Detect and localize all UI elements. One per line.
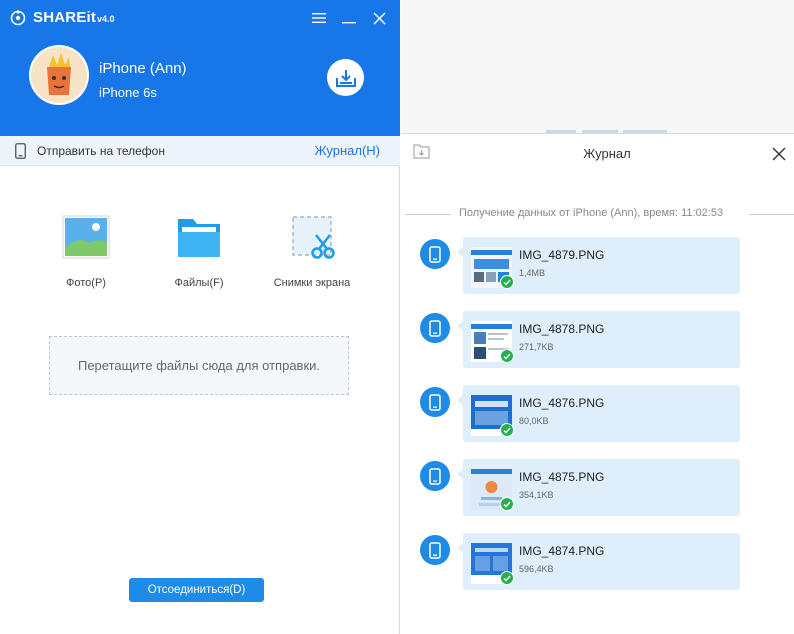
file-name: IMG_4879.PNG bbox=[519, 248, 605, 262]
file-size: 1,4MB bbox=[519, 268, 546, 278]
sender-phone-avatar bbox=[420, 239, 450, 269]
device-avatar bbox=[29, 45, 89, 105]
close-button[interactable] bbox=[370, 9, 388, 27]
success-check-icon bbox=[500, 497, 514, 511]
received-files-button[interactable] bbox=[327, 59, 364, 96]
transfer-item: IMG_4874.PNG 596,4KB bbox=[420, 533, 750, 591]
category-photo[interactable]: Фото(P) bbox=[31, 213, 141, 289]
phone-icon bbox=[429, 541, 441, 559]
transfer-item: IMG_4875.PNG 354,1KB bbox=[420, 459, 750, 517]
folder-icon bbox=[178, 219, 220, 257]
category-screenshots[interactable]: Снимки экрана bbox=[257, 213, 367, 289]
phone-icon bbox=[429, 393, 441, 411]
device-model: iPhone 6s bbox=[99, 85, 157, 100]
file-card[interactable]: IMG_4874.PNG 596,4KB bbox=[457, 533, 740, 590]
send-to-phone-label[interactable]: Отправить на телефон bbox=[37, 144, 165, 158]
success-check-icon bbox=[500, 349, 514, 363]
file-size: 596,4KB bbox=[519, 564, 554, 574]
sender-phone-avatar bbox=[420, 387, 450, 417]
category-screenshots-label: Снимки экрана bbox=[273, 277, 351, 289]
file-size: 271,7KB bbox=[519, 342, 554, 352]
success-check-icon bbox=[500, 423, 514, 437]
session-text: Получение данных от iPhone (Ann), время:… bbox=[459, 207, 724, 219]
sender-phone-avatar bbox=[420, 461, 450, 491]
hamburger-icon bbox=[312, 13, 326, 23]
phone-icon bbox=[429, 467, 441, 485]
transfer-item: IMG_4878.PNG 271,7KB bbox=[420, 311, 750, 369]
shareit-logo-icon bbox=[10, 10, 26, 26]
disconnect-button[interactable]: Отсоединиться(D) bbox=[129, 578, 264, 602]
category-photo-label: Фото(P) bbox=[66, 277, 106, 289]
main-panel: SHAREit v4.0 iPhone (Ann) iPhone 6s Отпр… bbox=[0, 0, 400, 634]
file-name: IMG_4875.PNG bbox=[519, 470, 605, 484]
sender-phone-avatar bbox=[420, 313, 450, 343]
phone-icon bbox=[15, 143, 26, 159]
download-tray-icon bbox=[335, 69, 356, 87]
journal-divider bbox=[401, 133, 794, 134]
transfer-item: IMG_4876.PNG 80,0KB bbox=[420, 385, 750, 443]
app-title: SHAREit bbox=[33, 9, 97, 26]
minimize-icon bbox=[342, 22, 356, 24]
close-icon bbox=[372, 11, 386, 25]
journal-title: Журнал bbox=[583, 146, 631, 161]
file-size: 354,1KB bbox=[519, 490, 554, 500]
transfer-item: IMG_4879.PNG 1,4MB bbox=[420, 237, 750, 295]
journal-backdrop bbox=[401, 0, 794, 133]
menu-button[interactable] bbox=[310, 9, 328, 27]
file-card[interactable]: IMG_4878.PNG 271,7KB bbox=[457, 311, 740, 368]
session-line-right bbox=[749, 214, 794, 215]
success-check-icon bbox=[500, 571, 514, 585]
journal-link[interactable]: Журнал(H) bbox=[315, 143, 380, 158]
file-name: IMG_4878.PNG bbox=[519, 322, 605, 336]
sender-phone-avatar bbox=[420, 535, 450, 565]
drop-zone[interactable]: Перетащите файлы сюда для отправки. bbox=[49, 336, 349, 395]
success-check-icon bbox=[500, 275, 514, 289]
minimize-button[interactable] bbox=[340, 9, 358, 27]
file-name: IMG_4874.PNG bbox=[519, 544, 605, 558]
avatar-character-icon bbox=[31, 47, 87, 103]
session-line-left bbox=[405, 214, 451, 215]
file-card[interactable]: IMG_4875.PNG 354,1KB bbox=[457, 459, 740, 516]
file-name: IMG_4876.PNG bbox=[519, 396, 605, 410]
phone-icon bbox=[429, 319, 441, 337]
category-files-label: Файлы(F) bbox=[174, 277, 224, 289]
journal-close-icon[interactable] bbox=[772, 147, 786, 161]
photo-icon bbox=[62, 215, 110, 259]
file-card[interactable]: IMG_4876.PNG 80,0KB bbox=[457, 385, 740, 442]
session-header: Получение данных от iPhone (Ann), время:… bbox=[405, 207, 794, 223]
file-size: 80,0KB bbox=[519, 416, 549, 426]
journal-panel: Журнал Получение данных от iPhone (Ann),… bbox=[401, 0, 794, 634]
file-card[interactable]: IMG_4879.PNG 1,4MB bbox=[457, 237, 740, 294]
app-header: SHAREit v4.0 iPhone (Ann) iPhone 6s bbox=[0, 0, 400, 136]
device-name: iPhone (Ann) bbox=[99, 60, 187, 77]
drop-zone-text: Перетащите файлы сюда для отправки. bbox=[77, 358, 321, 373]
phone-icon bbox=[429, 245, 441, 263]
screenshot-icon bbox=[292, 216, 335, 259]
send-to-phone-bar: Отправить на телефон Журнал(H) bbox=[0, 136, 400, 166]
shareit-app: SHAREit v4.0 iPhone (Ann) iPhone 6s Отпр… bbox=[0, 0, 794, 634]
app-version: v4.0 bbox=[97, 14, 115, 24]
category-files[interactable]: Файлы(F) bbox=[144, 213, 254, 289]
